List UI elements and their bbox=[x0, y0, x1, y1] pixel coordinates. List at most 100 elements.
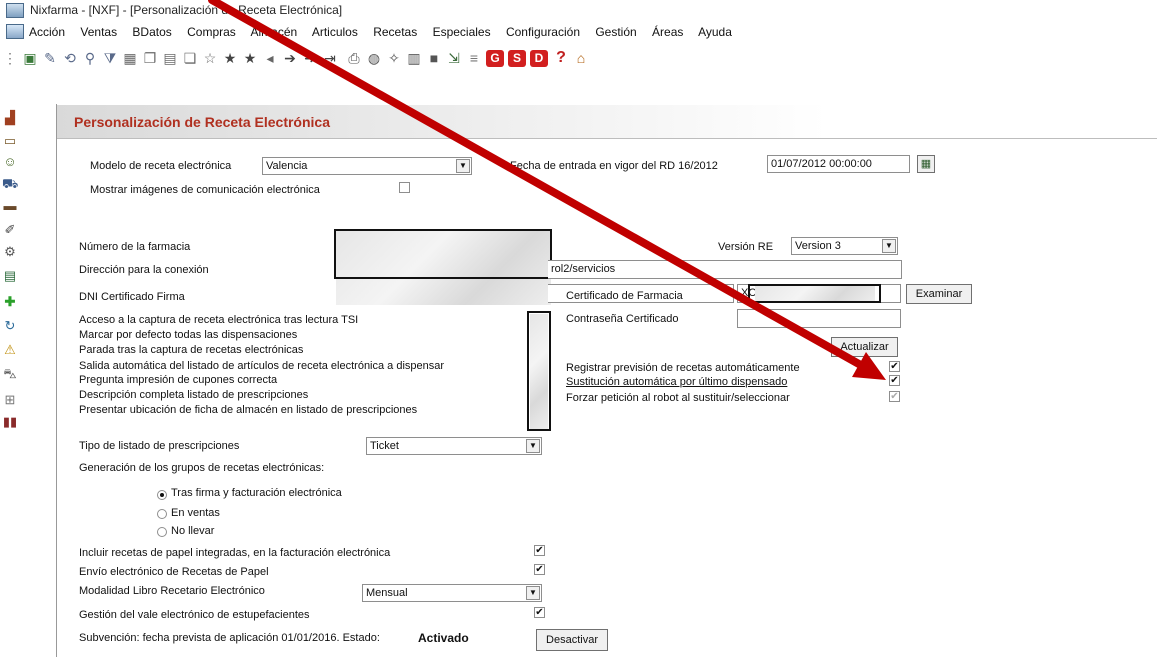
generacion-label: Generación de los grupos de recetas elec… bbox=[79, 462, 325, 474]
menu-ayuda[interactable]: Ayuda bbox=[698, 25, 732, 39]
table-icon[interactable]: ▤ bbox=[162, 50, 178, 66]
grid-icon[interactable]: ▦ bbox=[122, 50, 138, 66]
version-label: Versión RE bbox=[718, 241, 774, 253]
menu-compras[interactable]: Compras bbox=[187, 25, 236, 39]
new-icon[interactable]: ▣ bbox=[22, 50, 38, 66]
incluir-label: Incluir recetas de papel integradas, en … bbox=[79, 547, 391, 559]
shopping-bag-icon[interactable]: ▟ bbox=[2, 110, 18, 126]
examinar-button[interactable]: Examinar bbox=[906, 284, 972, 304]
pen-icon[interactable]: ✐ bbox=[2, 222, 18, 238]
chevron-down-icon[interactable]: ▼ bbox=[526, 586, 540, 600]
menu-almacen[interactable]: Almacén bbox=[250, 25, 297, 39]
person-icon[interactable]: ☺ bbox=[2, 154, 18, 170]
version-select[interactable]: Version 3 ▼ bbox=[791, 237, 898, 255]
options-checkbox-frame bbox=[527, 311, 551, 431]
registrar-checkbox[interactable]: ✔ bbox=[889, 361, 900, 372]
d-button[interactable]: D bbox=[530, 50, 548, 67]
exit-icon[interactable]: ⇲ bbox=[446, 50, 462, 66]
calculator-icon[interactable]: ▥ bbox=[406, 50, 422, 66]
copy-icon[interactable]: ❐ bbox=[142, 50, 158, 66]
sustitucion-checkbox[interactable]: ✔ bbox=[889, 375, 900, 386]
radio-tras-firma[interactable] bbox=[157, 490, 167, 500]
cart-icon[interactable]: ⛟ bbox=[2, 176, 18, 192]
g-button[interactable]: G bbox=[486, 50, 504, 67]
envio-checkbox[interactable]: ✔ bbox=[534, 564, 545, 575]
sync-icon[interactable]: ↻ bbox=[2, 318, 18, 334]
mostrar-checkbox[interactable] bbox=[399, 182, 410, 193]
radio-en-ventas[interactable] bbox=[157, 509, 167, 519]
chevron-down-icon[interactable]: ▼ bbox=[456, 159, 470, 173]
barcode-icon[interactable]: ▮▮ bbox=[2, 414, 18, 430]
database-icon[interactable]: ▤ bbox=[2, 268, 18, 284]
filter-icon[interactable]: ⧩ bbox=[102, 50, 118, 66]
help-button[interactable]: ? bbox=[553, 50, 569, 66]
menu-bdatos[interactable]: BDatos bbox=[132, 25, 171, 39]
refresh-icon[interactable]: ⟲ bbox=[62, 50, 78, 66]
menu-ventas[interactable]: Ventas bbox=[80, 25, 117, 39]
estado-value: Activado bbox=[418, 631, 469, 645]
card-icon[interactable]: ▭ bbox=[2, 133, 18, 149]
modelo-value: Valencia bbox=[266, 160, 308, 172]
gear-icon[interactable]: ⚙ bbox=[2, 244, 18, 260]
arrow-left-icon[interactable]: ◂ bbox=[262, 50, 278, 66]
radio-no-llevar[interactable] bbox=[157, 527, 167, 537]
certificado-label: Certificado de Farmacia bbox=[566, 290, 683, 302]
arrow-end-icon[interactable]: ⇥ bbox=[322, 50, 338, 66]
calendar-icon[interactable]: ▦ bbox=[917, 155, 935, 173]
option-label: Descripción completa listado de prescrip… bbox=[79, 389, 309, 401]
list-icon[interactable]: ≡ bbox=[466, 50, 482, 66]
truck-icon[interactable]: ▬ bbox=[2, 198, 18, 214]
forzar-checkbox[interactable]: ✔ bbox=[889, 391, 900, 402]
contrasena-input[interactable] bbox=[737, 309, 901, 328]
registrar-label: Registrar previsión de recetas automátic… bbox=[566, 362, 800, 374]
menu-especiales[interactable]: Especiales bbox=[433, 25, 491, 39]
s-button[interactable]: S bbox=[508, 50, 526, 67]
actualizar-button[interactable]: Actualizar bbox=[831, 337, 898, 357]
menu-recetas[interactable]: Recetas bbox=[373, 25, 417, 39]
modelo-select[interactable]: Valencia ▼ bbox=[262, 157, 472, 175]
numero-label: Número de la farmacia bbox=[79, 241, 191, 253]
boxes-icon[interactable]: ⊞ bbox=[2, 392, 18, 408]
fecha-input[interactable]: 01/07/2012 00:00:00 bbox=[767, 155, 910, 173]
modalidad-select[interactable]: Mensual ▼ bbox=[362, 584, 542, 602]
gestion-checkbox[interactable]: ✔ bbox=[534, 607, 545, 618]
desactivar-button[interactable]: Desactivar bbox=[536, 629, 608, 651]
radio-label: No llevar bbox=[171, 525, 215, 537]
star-outline-icon[interactable]: ☆ bbox=[202, 50, 218, 66]
star-icon[interactable]: ★ bbox=[222, 50, 238, 66]
menu-configuracion[interactable]: Configuración bbox=[506, 25, 580, 39]
fecha-label: Fecha de entrada en vigor del RD 16/2012 bbox=[510, 160, 718, 172]
printer-icon[interactable]: ⎙ bbox=[346, 50, 362, 66]
chevron-down-icon[interactable]: ▼ bbox=[526, 439, 540, 453]
truck-delivery-icon[interactable]: ⛍ bbox=[2, 366, 18, 382]
home-icon[interactable]: ⌂ bbox=[573, 50, 589, 66]
arrow-right-icon[interactable]: ➔ bbox=[282, 50, 298, 66]
warning-icon[interactable]: ⚠ bbox=[2, 342, 18, 358]
binoculars-icon[interactable]: ⚲ bbox=[82, 50, 98, 66]
grip-icon: ⋮ bbox=[3, 50, 17, 66]
mostrar-label: Mostrar imágenes de comunicación electró… bbox=[90, 184, 320, 196]
certificado-frame bbox=[748, 284, 881, 303]
paste-icon[interactable]: ❏ bbox=[182, 50, 198, 66]
document-icon[interactable] bbox=[6, 24, 24, 39]
incluir-checkbox[interactable]: ✔ bbox=[534, 545, 545, 556]
chevron-down-icon[interactable]: ▼ bbox=[882, 239, 896, 253]
edit-icon[interactable]: ✎ bbox=[42, 50, 58, 66]
title-bar: Nixfarma - [NXF] - [Personalización de R… bbox=[0, 0, 1157, 20]
contrasena-label: Contraseña Certificado bbox=[566, 313, 679, 325]
square-icon[interactable]: ■ bbox=[426, 50, 442, 66]
tipo-select[interactable]: Ticket ▼ bbox=[366, 437, 542, 455]
menu-gestion[interactable]: Gestión bbox=[595, 25, 636, 39]
tools-icon[interactable]: ✧ bbox=[386, 50, 402, 66]
menu-articulos[interactable]: Articulos bbox=[312, 25, 358, 39]
page-title: Personalización de Receta Electrónica bbox=[74, 114, 330, 130]
pharmacy-cross-icon[interactable]: ✚ bbox=[2, 294, 18, 310]
radio-label: Tras firma y facturación electrónica bbox=[171, 487, 342, 499]
direccion-input[interactable]: rol2/servicios bbox=[548, 260, 902, 279]
star-alt-icon[interactable]: ★ bbox=[242, 50, 258, 66]
arrow-last-icon[interactable]: ➜ bbox=[302, 50, 318, 66]
menu-accion[interactable]: Acción bbox=[29, 25, 65, 39]
globe-icon[interactable]: ◍ bbox=[366, 50, 382, 66]
envio-label: Envío electrónico de Recetas de Papel bbox=[79, 566, 269, 578]
menu-areas[interactable]: Áreas bbox=[652, 25, 683, 39]
